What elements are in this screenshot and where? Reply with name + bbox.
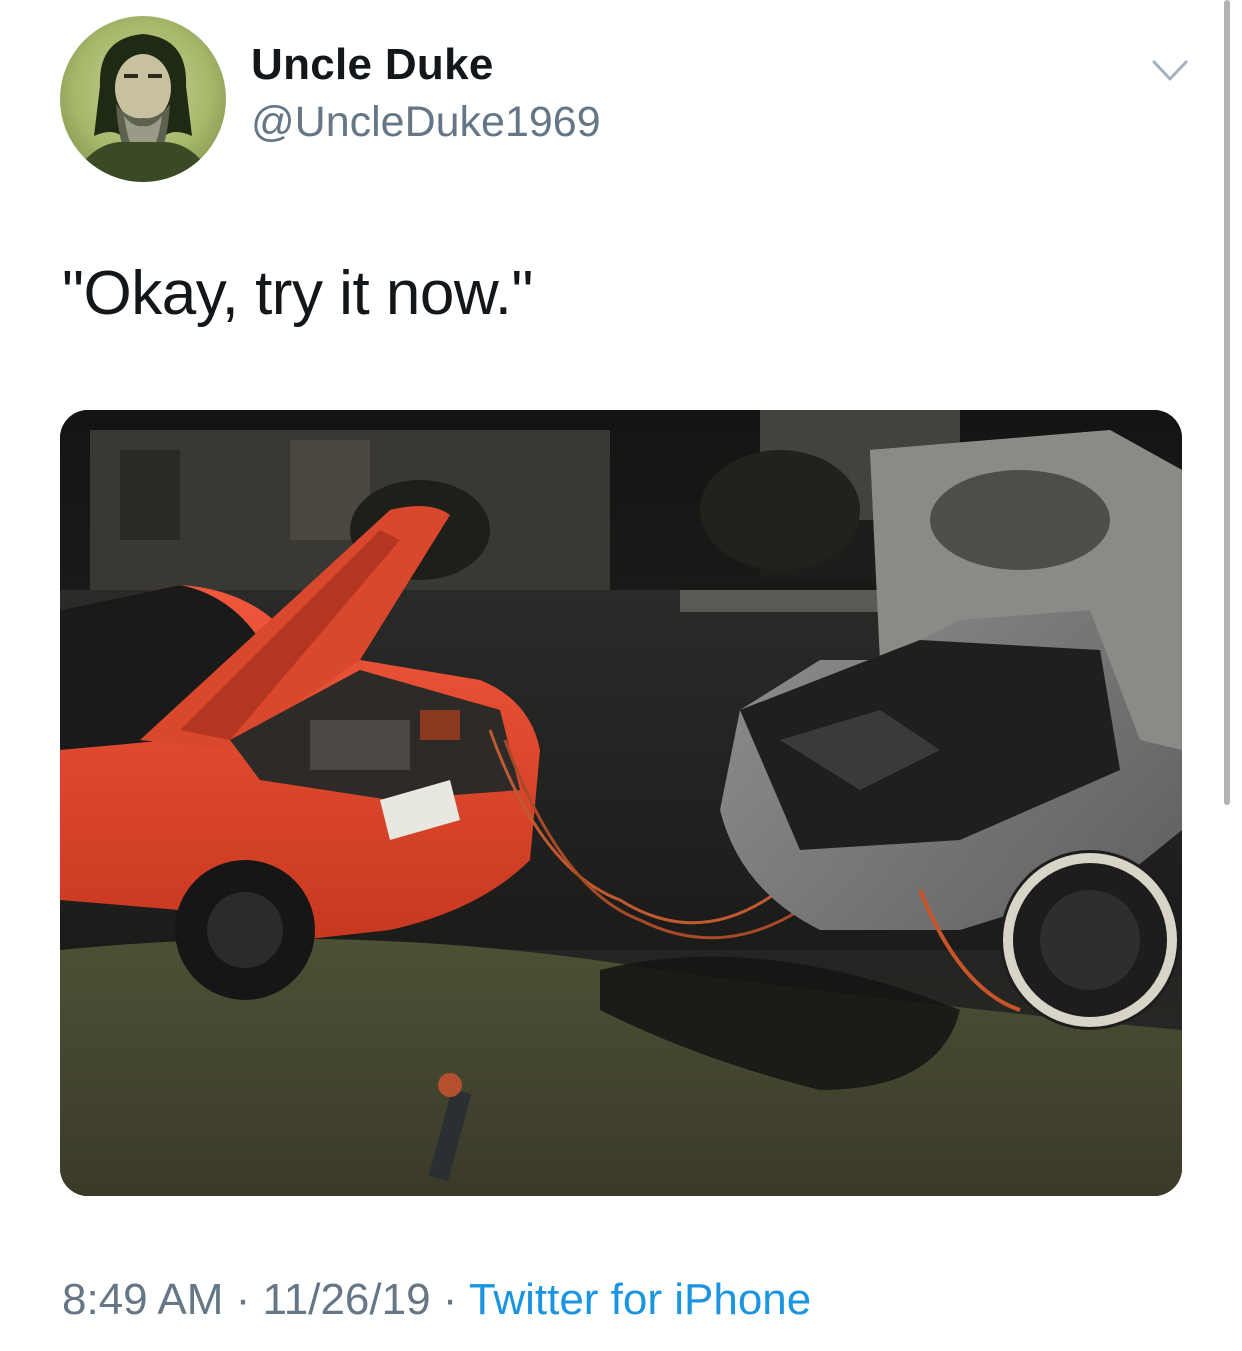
meta-separator: · xyxy=(430,1275,469,1324)
tweet-source-link[interactable]: Twitter for iPhone xyxy=(469,1275,811,1324)
tweet-metadata: 8:49 AM · 11/26/19 · Twitter for iPhone xyxy=(62,1275,811,1325)
bearded-man-avatar-icon xyxy=(70,34,216,182)
author-display-name[interactable]: Uncle Duke xyxy=(251,40,494,90)
meta-separator: · xyxy=(223,1275,263,1324)
chevron-down-icon[interactable] xyxy=(1151,58,1189,84)
tweet-time[interactable]: 8:49 AM xyxy=(62,1275,223,1324)
car-photo-image xyxy=(60,410,1182,1196)
tweet-media-photo[interactable] xyxy=(60,410,1182,1196)
tweet-date[interactable]: 11/26/19 xyxy=(263,1275,431,1324)
author-handle[interactable]: @UncleDuke1969 xyxy=(251,98,601,147)
tweet-text: "Okay, try it now." xyxy=(62,259,533,328)
scrollbar[interactable] xyxy=(1224,0,1230,805)
avatar[interactable] xyxy=(60,16,226,182)
